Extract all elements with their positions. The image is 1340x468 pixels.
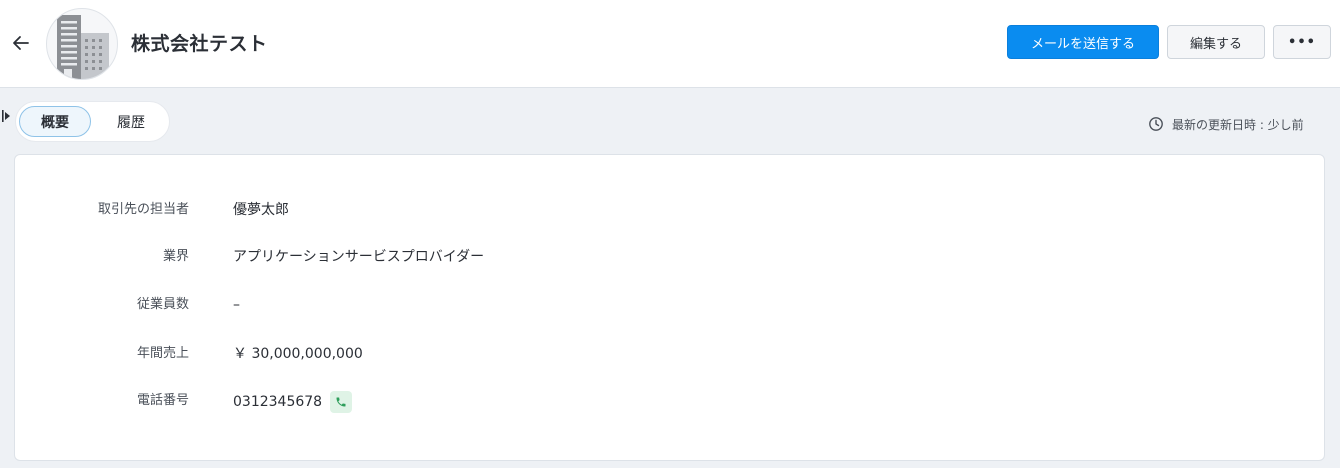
detail-row-contact: 取引先の担当者 優夢太郎: [15, 200, 1315, 220]
detail-label: 年間売上: [136, 346, 189, 361]
clock-icon: [1148, 116, 1164, 132]
detail-value: 優夢太郎: [233, 202, 289, 218]
sidebar-toggle[interactable]: [2, 108, 12, 122]
sidebar-toggle-icon: [2, 110, 10, 122]
building-icon: [57, 15, 109, 79]
last-updated-text: 最新の更新日時 : 少し前: [1172, 117, 1304, 132]
arrow-left-icon: [13, 36, 29, 50]
detail-row-revenue: 年間売上 ￥ 30,000,000,000: [15, 344, 1315, 364]
send-email-button[interactable]: メールを送信する: [1007, 25, 1159, 59]
company-avatar: [46, 8, 118, 80]
last-updated: 最新の更新日時 : 少し前: [1148, 115, 1304, 133]
detail-label: 取引先の担当者: [97, 202, 189, 217]
details-card: 取引先の担当者 優夢太郎 業界 アプリケーションサービスプロバイダー 従業員数 …: [14, 154, 1325, 461]
page-title: 株式会社テスト: [131, 33, 268, 55]
tab-history[interactable]: 履歴: [96, 106, 166, 137]
detail-value-phone: 0312345678: [233, 391, 353, 413]
detail-row-phone: 電話番号 0312345678: [15, 391, 1315, 413]
back-button[interactable]: [8, 30, 34, 56]
phone-number: 0312345678: [233, 394, 323, 410]
detail-label: 従業員数: [136, 297, 189, 312]
page-header: 株式会社テスト メールを送信する 編集する •••: [0, 0, 1340, 88]
tab-bar: 概要 履歴: [15, 101, 170, 142]
detail-value: ￥ 30,000,000,000: [233, 346, 363, 362]
detail-label: 電話番号: [136, 393, 189, 408]
call-button[interactable]: [330, 391, 353, 413]
edit-button[interactable]: 編集する: [1167, 25, 1265, 59]
tab-overview[interactable]: 概要: [19, 106, 91, 137]
detail-value: アプリケーションサービスプロバイダー: [233, 249, 485, 265]
detail-value: –: [233, 297, 240, 313]
more-options-button[interactable]: •••: [1273, 25, 1331, 59]
detail-row-employees: 従業員数 –: [15, 295, 1315, 315]
phone-icon: [336, 397, 346, 407]
detail-row-industry: 業界 アプリケーションサービスプロバイダー: [15, 247, 1315, 267]
detail-label: 業界: [162, 249, 189, 264]
